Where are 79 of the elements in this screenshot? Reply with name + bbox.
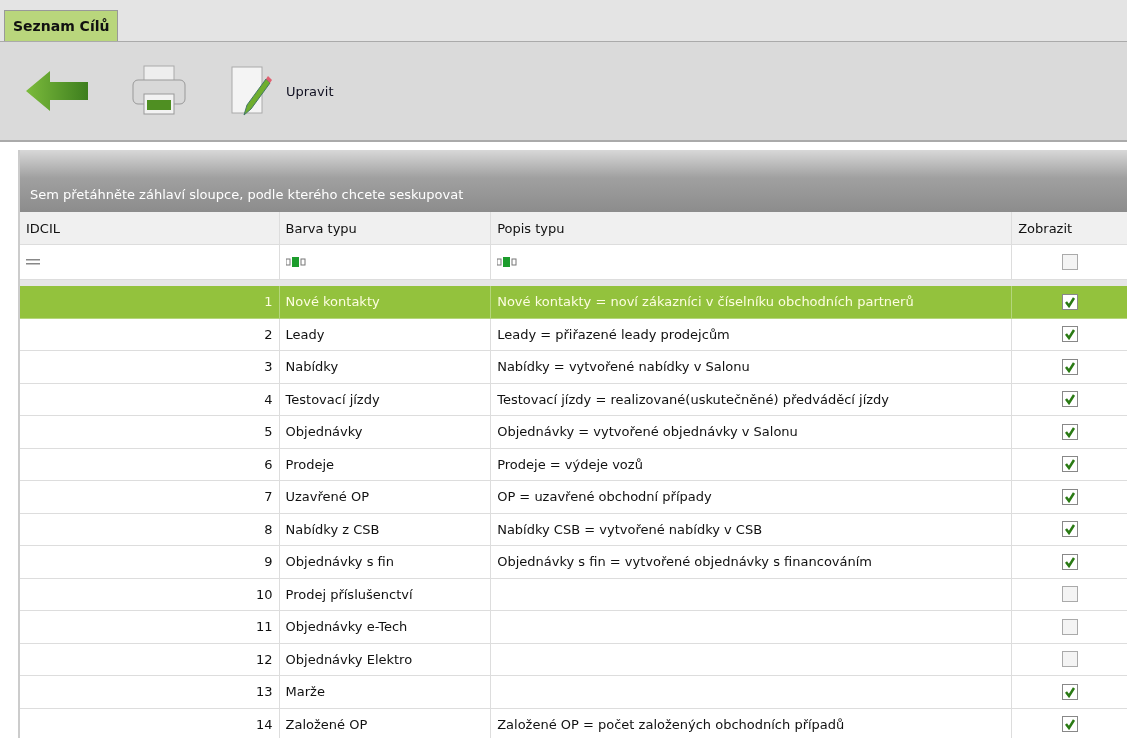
table-row[interactable]: 11 Objednávky e-Tech (20, 611, 1127, 644)
table-cell: 9 (20, 546, 280, 579)
table-row[interactable]: 2 Leady Leady = přiřazené leady prodejcům (20, 318, 1127, 351)
checkbox[interactable] (1061, 358, 1078, 375)
checkbox[interactable] (1061, 618, 1078, 635)
checkbox[interactable] (1061, 456, 1078, 473)
table-cell: Objednávky s fin (279, 546, 492, 579)
checkbox[interactable] (1061, 521, 1078, 538)
group-hint: Sem přetáhněte záhlaví sloupce, podle kterého chcete seskupovat (30, 187, 464, 202)
column-header[interactable]: IDCIL (20, 212, 280, 245)
checkbox[interactable] (1061, 293, 1078, 310)
table-cell: Objednávky Elektro (279, 643, 492, 676)
table-cell: OP = uzavřené obchodní případy (491, 481, 1013, 514)
table-cell: 2 (20, 318, 280, 351)
checkbox[interactable] (1061, 326, 1078, 343)
table-cell: 3 (20, 351, 280, 384)
table-cell: 4 (20, 383, 280, 416)
filter-checkbox[interactable] (1061, 254, 1078, 270)
table-cell: Prodeje = výdeje vozů (491, 448, 1013, 481)
column-header[interactable]: Zobrazit (1012, 212, 1127, 245)
table-cell: 10 (20, 578, 280, 611)
column-header[interactable]: Barva typu (279, 212, 492, 245)
table-cell: 1 (20, 286, 280, 319)
table-cell: 12 (20, 643, 280, 676)
column-header[interactable]: Popis typu (491, 212, 1013, 245)
checkbox[interactable] (1061, 391, 1078, 408)
table-cell: Marže (279, 676, 492, 709)
tab[interactable]: Seznam Cílů (4, 10, 119, 41)
checkbox[interactable] (1061, 716, 1078, 733)
table-row[interactable]: 5 Objednávky Objednávky = vytvořené objednávky v Salonu (20, 416, 1127, 449)
back-arrow-icon[interactable] (24, 69, 90, 113)
checkbox[interactable] (1061, 651, 1078, 668)
table-row[interactable]: 6 Prodeje Prodeje = výdeje vozů (20, 448, 1127, 481)
table-cell: Uzavřené OP (279, 481, 492, 514)
table-cell: 13 (20, 676, 280, 709)
table-cell: 5 (20, 416, 280, 449)
table-cell: Leady (279, 318, 492, 351)
table-cell: 8 (20, 513, 280, 546)
table-cell: 6 (20, 448, 280, 481)
printer-icon[interactable] (130, 64, 188, 118)
table-cell: Objednávky s fin = vytvořené objednávky s financováním (491, 546, 1013, 579)
table-cell: Leady = přiřazené leady prodejcům (491, 318, 1013, 351)
text-filter-icon[interactable] (497, 257, 518, 267)
table-cell: 7 (20, 481, 280, 514)
equals-filter-icon[interactable] (26, 259, 40, 265)
table-cell: Prodej příslušenctví (279, 578, 492, 611)
table-cell: Založené OP = počet založených obchodních případů (491, 708, 1013, 738)
table-cell: Testovací jízdy = realizované(uskutečněné) předváděcí jízdy (491, 383, 1013, 416)
table-row[interactable]: 9 Objednávky s fin Objednávky s fin = vytvořené objednávky s financováním (20, 546, 1127, 579)
table-cell: Nabídky CSB = vytvořené nabídky v CSB (491, 513, 1013, 546)
pencil-on-page-icon (228, 63, 272, 119)
table-cell: 11 (20, 611, 280, 644)
table-cell: Testovací jízdy (279, 383, 492, 416)
table-row[interactable]: 7 Uzavřené OP OP = uzavřené obchodní případy (20, 481, 1127, 514)
checkbox[interactable] (1061, 423, 1078, 440)
table-row[interactable]: 13 Marže (20, 676, 1127, 709)
edit-button[interactable]: Upravit (228, 63, 334, 119)
table-row[interactable]: 10 Prodej příslušenctví (20, 578, 1127, 611)
table-cell: 14 (20, 708, 280, 738)
table-cell: Objednávky (279, 416, 492, 449)
checkbox[interactable] (1061, 586, 1078, 603)
text-filter-icon[interactable] (285, 257, 306, 267)
table-row[interactable]: 12 Objednávky Elektro (20, 643, 1127, 676)
table-cell: Nabídky (279, 351, 492, 384)
table-cell: Založené OP (279, 708, 492, 738)
table-cell: Prodeje (279, 448, 492, 481)
table-cell: Objednávky = vytvořené objednávky v Salonu (491, 416, 1013, 449)
checkbox[interactable] (1061, 488, 1078, 505)
table-row[interactable]: 14 Založené OP Založené OP = počet založených obchodních případů (20, 708, 1127, 738)
checkbox[interactable] (1061, 683, 1078, 700)
table-row[interactable]: 4 Testovací jízdy Testovací jízdy = realizované(uskutečněné) předváděcí jízdy (20, 383, 1127, 416)
table-row[interactable]: 8 Nabídky z CSB Nabídky CSB = vytvořené nabídky v CSB (20, 513, 1127, 546)
table-cell: Objednávky e-Tech (279, 611, 492, 644)
table-cell: Nové kontakty (279, 286, 492, 319)
table-row[interactable]: 3 Nabídky Nabídky = vytvořené nabídky v Salonu (20, 351, 1127, 384)
table-cell: Nabídky = vytvořené nabídky v Salonu (491, 351, 1013, 384)
checkbox[interactable] (1061, 553, 1078, 570)
table-cell: Nové kontakty = noví zákazníci v číselníku obchodních partnerů (491, 286, 1013, 319)
table-cell: Nabídky z CSB (279, 513, 492, 546)
